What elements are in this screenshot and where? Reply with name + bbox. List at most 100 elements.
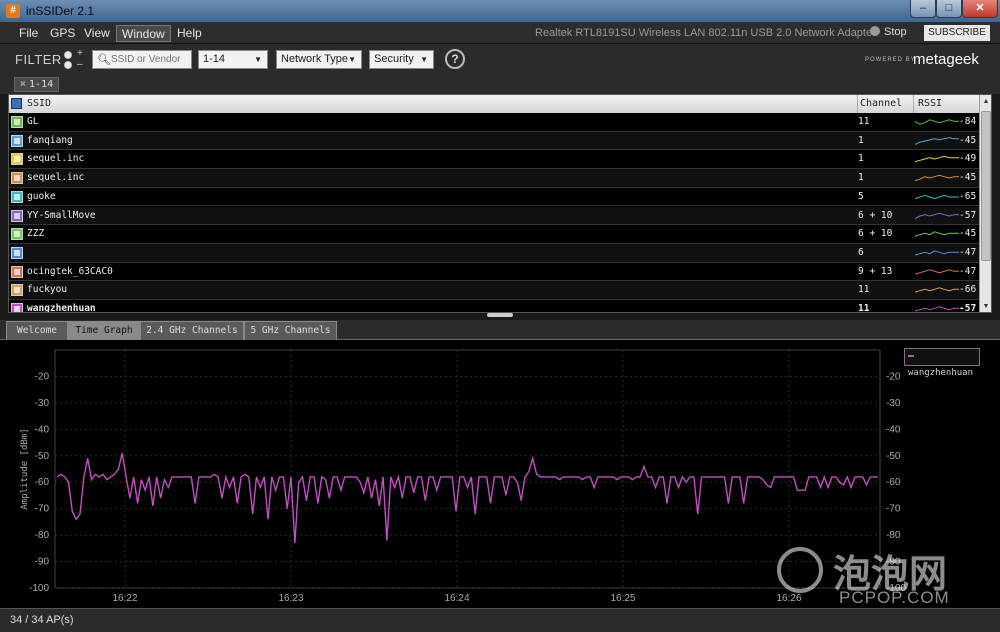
rssi-cell: -45	[959, 228, 977, 240]
row-checkbox[interactable]	[11, 134, 23, 147]
row-checkbox[interactable]	[11, 116, 23, 128]
filter-mode-toggle[interactable]: + –	[64, 48, 88, 72]
table-row[interactable]: fanqiang 1 -45	[9, 131, 979, 151]
table-row[interactable]: GL 11 -84	[9, 113, 979, 132]
scroll-up-icon[interactable]: ▲	[980, 95, 991, 109]
rssi-cell: -47	[959, 265, 977, 277]
row-checkbox[interactable]	[11, 246, 23, 259]
minimize-button[interactable]: –	[910, 0, 936, 18]
table-row[interactable]: YY-SmallMove 6 + 10 -57	[9, 206, 979, 226]
y-tick-label-right: -30	[886, 398, 901, 409]
column-rssi[interactable]: RSSI	[914, 95, 979, 113]
y-tick-label: -80	[35, 530, 50, 541]
tab-welcome[interactable]: Welcome	[6, 321, 68, 340]
tab-2ghz-channels[interactable]: 2.4 GHz Channels	[140, 321, 244, 340]
row-checkbox[interactable]	[11, 190, 23, 203]
scroll-down-icon[interactable]: ▼	[980, 300, 991, 312]
help-button[interactable]: ?	[445, 49, 465, 69]
rssi-sparkline-line	[915, 212, 959, 219]
menu-gps[interactable]: GPS	[45, 25, 80, 42]
ssid-cell: sequel.inc	[27, 153, 85, 165]
tab-time-graph[interactable]: Time Graph	[68, 321, 140, 340]
exclude-radio[interactable]	[64, 61, 72, 69]
close-icon[interactable]: ✖	[20, 79, 26, 90]
row-checkbox[interactable]	[11, 228, 23, 241]
network-table: SSID Channel RSSI GL 11 -84 fanqiang 1 -45 seq…	[8, 94, 992, 313]
security-value: Security	[374, 53, 414, 65]
metageek-logo[interactable]: metageek	[913, 51, 979, 68]
column-ssid[interactable]: SSID	[23, 95, 858, 113]
tab-5ghz-channels[interactable]: 5 GHz Channels	[244, 321, 337, 340]
y-tick-label-right: -70	[886, 504, 901, 515]
powered-by-label: POWERED BY	[865, 57, 916, 63]
ssid-cell: guoke	[27, 190, 56, 202]
ssid-cell: sequel.inc	[27, 172, 85, 184]
rssi-sparkline-line	[915, 268, 959, 275]
network-type-dropdown[interactable]: Network Type ▼	[276, 50, 362, 69]
vertical-scrollbar[interactable]: ▲ ▼	[979, 95, 991, 312]
search-box[interactable]: 🔍︎	[92, 50, 192, 69]
rssi-sparkline	[915, 119, 959, 125]
table-row[interactable]: guoke 5 -65	[9, 188, 979, 207]
rssi-sparkline	[915, 156, 959, 163]
menu-bar: File GPS View Window Help Realtek RTL819…	[0, 22, 1000, 44]
row-checkbox[interactable]	[11, 172, 23, 185]
row-checkbox[interactable]	[11, 153, 23, 166]
ssid-cell: wangzhenhuan	[27, 303, 96, 313]
rssi-sparkline-line	[915, 136, 959, 145]
select-all-checkbox[interactable]	[11, 98, 22, 109]
menu-file[interactable]: File	[14, 25, 43, 42]
adapter-name[interactable]: Realtek RTL8191SU Wireless LAN 802.11n U…	[535, 27, 876, 39]
row-checkbox[interactable]	[11, 209, 23, 222]
table-row[interactable]: sequel.inc 1 -49	[9, 150, 979, 170]
rssi-sparkline-line	[915, 194, 959, 199]
security-dropdown[interactable]: Security ▼	[369, 50, 434, 69]
rssi-sparkline	[915, 250, 959, 256]
menu-help[interactable]: Help	[172, 25, 207, 42]
column-channel[interactable]: Channel	[856, 95, 914, 113]
menu-view[interactable]: View	[79, 25, 115, 42]
table-row[interactable]: ocingtek_63CAC0 9 + 13 -47	[9, 263, 979, 282]
table-row[interactable]: ZZZ 6 + 10 -45	[9, 225, 979, 244]
maximize-button[interactable]: □	[936, 0, 962, 18]
channel-cell: 11	[858, 116, 870, 127]
include-radio[interactable]	[64, 51, 72, 59]
channel-dropdown[interactable]: 1-14 ▼	[198, 50, 268, 69]
series-line	[56, 452, 878, 544]
chevron-down-icon: ▼	[420, 55, 428, 64]
chevron-down-icon: ▼	[254, 55, 262, 64]
search-input[interactable]	[111, 52, 189, 67]
row-checkbox[interactable]	[11, 284, 23, 297]
ssid-cell: fanqiang	[27, 134, 73, 146]
search-icon: 🔍︎	[97, 54, 111, 66]
plot-frame	[54, 349, 881, 589]
ap-count: 34 / 34 AP(s)	[10, 614, 74, 626]
filter-label: FILTER	[15, 52, 62, 67]
channel-cell: 1	[858, 134, 864, 146]
filter-tag[interactable]: ✖ 1-14	[14, 77, 60, 92]
row-checkbox[interactable]	[11, 265, 23, 278]
channel-cell: 1	[858, 172, 864, 184]
channel-cell: 5	[858, 190, 864, 202]
table-row[interactable]: fuckyou 11 -66	[9, 281, 979, 300]
stop-button[interactable]: Stop	[870, 26, 907, 38]
y-tick-label-right: -20	[886, 371, 901, 382]
table-row[interactable]: 6 -47	[9, 243, 979, 263]
rssi-cell: -57	[959, 209, 977, 221]
table-row[interactable]: sequel.inc 1 -45	[9, 169, 979, 188]
ssid-cell: ZZZ	[27, 228, 45, 240]
scrollbar-thumb[interactable]	[981, 111, 991, 261]
close-button[interactable]: ✕	[962, 0, 998, 18]
plus-icon: +	[77, 48, 83, 59]
rssi-sparkline-line	[915, 231, 959, 237]
row-checkbox[interactable]: ✓	[11, 303, 23, 312]
legend-swatch	[908, 355, 914, 357]
x-tick-label: 16:23	[278, 593, 303, 604]
view-tabs: Welcome Time Graph 2.4 GHz Channels 5 GH…	[0, 320, 1000, 340]
table-row[interactable]: ✓ wangzhenhuan 11 -57	[9, 300, 979, 313]
pane-splitter[interactable]	[487, 313, 513, 317]
subscribe-button[interactable]: SUBSCRIBE	[924, 25, 990, 41]
y-tick-label-right: -60	[886, 477, 901, 488]
menu-window[interactable]: Window	[116, 25, 171, 42]
filter-bar: FILTER + – 🔍︎ 1-14▼ Network Type▼ Securi…	[0, 44, 1000, 76]
